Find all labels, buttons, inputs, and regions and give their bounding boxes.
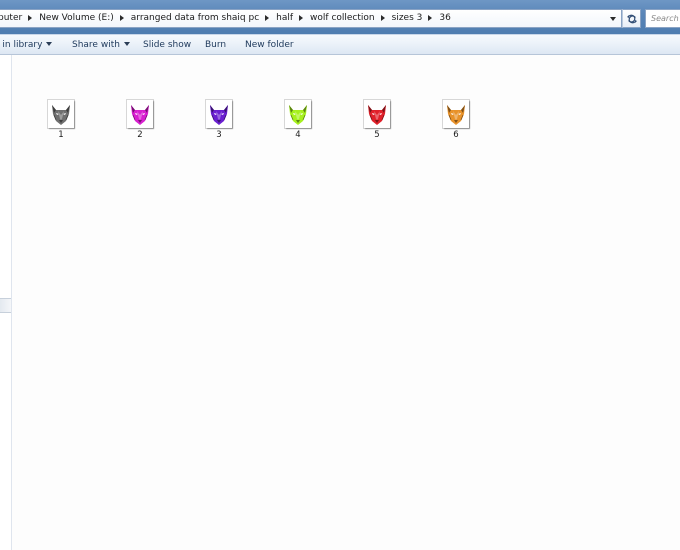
wolf-head-icon [368,105,386,125]
thumbnail [48,100,74,128]
file-item[interactable]: 3 [199,98,239,144]
file-item[interactable]: 4 [278,98,318,144]
search-box[interactable] [645,9,680,28]
file-item[interactable]: 5 [357,98,397,144]
breadcrumb-item-wolf-collection[interactable]: wolf collection [306,10,379,27]
address-bar[interactable]: puter New Volume (E:) arranged data from… [0,9,622,28]
chevron-right-icon[interactable] [426,10,435,27]
chevron-down-icon [123,42,130,46]
chevron-right-icon[interactable] [118,10,127,27]
include-in-library-label: e in library [0,40,43,50]
file-name: 4 [295,130,301,140]
breadcrumb-item-half[interactable]: half [272,10,297,27]
file-name: 5 [374,130,380,140]
search-input[interactable] [646,10,680,25]
wolf-head-icon [131,105,149,125]
slide-show-button[interactable]: Slide show [143,38,191,52]
breadcrumb-item-computer[interactable]: puter [0,10,26,27]
command-bar: e in library Share with Slide show Burn … [0,34,680,55]
navigation-pane[interactable] [0,55,12,550]
address-bar-row: puter New Volume (E:) arranged data from… [0,0,680,34]
burn-button[interactable]: Burn [205,38,226,52]
file-item[interactable]: 2 [120,98,160,144]
file-list[interactable]: 1 2 3 4 5 6 [12,55,680,550]
breadcrumb-item-new-volume[interactable]: New Volume (E:) [35,10,118,27]
breadcrumb: puter New Volume (E:) arranged data from… [0,10,455,27]
explorer-window: puter New Volume (E:) arranged data from… [0,0,680,550]
share-with-label: Share with [72,40,120,50]
thumbnail [127,100,153,128]
share-with-button[interactable]: Share with [72,38,130,52]
include-in-library-button[interactable]: e in library [0,38,53,52]
refresh-icon [627,14,637,24]
refresh-button[interactable] [622,9,641,28]
thumbnail [443,100,469,128]
thumbnail [364,100,390,128]
file-name: 1 [58,130,64,140]
breadcrumb-item-36[interactable]: 36 [435,10,454,27]
breadcrumb-item-arranged-data[interactable]: arranged data from shaiq pc [127,10,263,27]
new-folder-button[interactable]: New folder [245,38,294,52]
chevron-right-icon[interactable] [263,10,272,27]
wolf-head-icon [289,105,307,125]
file-name: 3 [216,130,222,140]
wolf-head-icon [52,105,70,125]
file-item[interactable]: 1 [41,98,81,144]
wolf-head-icon [210,105,228,125]
wolf-head-icon [447,105,465,125]
breadcrumb-item-sizes-3[interactable]: sizes 3 [388,10,427,27]
navigation-pane-scroll-handle[interactable] [0,298,11,313]
thumbnail [206,100,232,128]
chevron-right-icon[interactable] [297,10,306,27]
chevron-right-icon[interactable] [379,10,388,27]
chevron-right-icon[interactable] [26,10,35,27]
chevron-down-icon [46,42,53,46]
file-item[interactable]: 6 [436,98,476,144]
thumbnail [285,100,311,128]
chevron-down-icon[interactable] [606,11,621,26]
file-name: 2 [137,130,143,140]
file-name: 6 [453,130,459,140]
